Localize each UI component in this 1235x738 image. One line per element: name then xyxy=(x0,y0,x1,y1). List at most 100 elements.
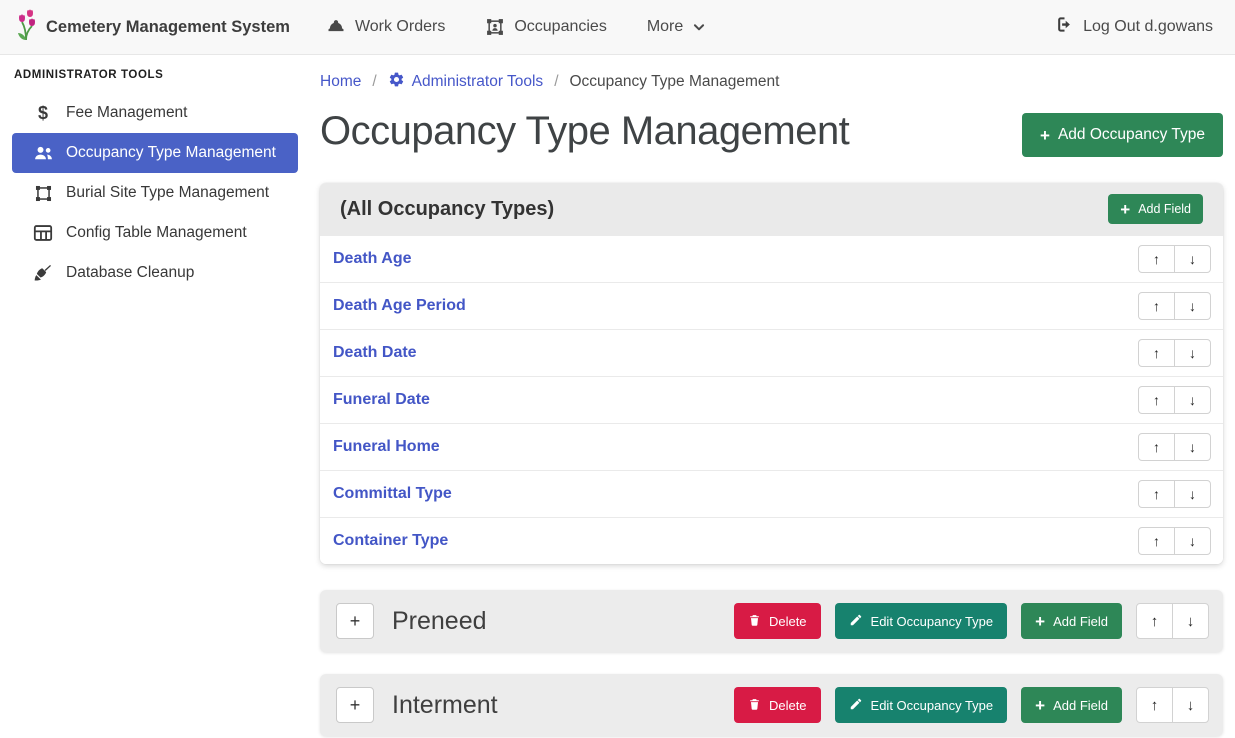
main-content: Home / Administrator Tools / Occupancy T… xyxy=(310,55,1235,738)
reorder-buttons: ↑ ↓ xyxy=(1138,527,1211,555)
delete-button[interactable]: Delete xyxy=(734,603,821,639)
add-occupancy-type-label: Add Occupancy Type xyxy=(1058,126,1205,144)
nav-item-work-orders[interactable]: Work Orders xyxy=(326,17,445,37)
add-field-button[interactable]: + Add Field xyxy=(1021,603,1122,639)
reorder-buttons: ↑ ↓ xyxy=(1138,245,1211,273)
breadcrumb: Home / Administrator Tools / Occupancy T… xyxy=(320,71,1223,93)
edit-occupancy-type-button[interactable]: Edit Occupancy Type xyxy=(835,603,1008,639)
top-navbar: Cemetery Management System Work Orders xyxy=(0,0,1235,55)
expand-button[interactable]: + xyxy=(336,687,374,723)
nav-items: Work Orders Occupancies More xyxy=(326,17,706,37)
hard-hat-icon xyxy=(326,17,346,37)
breadcrumb-separator: / xyxy=(554,73,558,91)
move-down-button[interactable]: ↓ xyxy=(1174,292,1211,320)
app-title: Cemetery Management System xyxy=(46,18,290,37)
section-title: Preneed xyxy=(392,607,487,636)
move-down-button[interactable]: ↓ xyxy=(1172,603,1209,639)
field-link-death-age-period[interactable]: Death Age Period xyxy=(333,297,466,315)
field-link-committal-type[interactable]: Committal Type xyxy=(333,485,452,503)
field-row: Death Date ↑ ↓ xyxy=(320,329,1223,376)
delete-label: Delete xyxy=(769,698,807,713)
sidebar-item-fee-management[interactable]: $ Fee Management xyxy=(12,93,298,133)
breadcrumb-admin-tools-label: Administrator Tools xyxy=(412,73,544,91)
delete-label: Delete xyxy=(769,614,807,629)
app-brand[interactable]: Cemetery Management System xyxy=(14,9,290,46)
sidebar-item-label: Config Table Management xyxy=(66,224,247,242)
move-up-button[interactable]: ↑ xyxy=(1138,480,1175,508)
field-link-funeral-date[interactable]: Funeral Date xyxy=(333,391,430,409)
move-down-button[interactable]: ↓ xyxy=(1174,527,1211,555)
reorder-buttons: ↑ ↓ xyxy=(1136,603,1209,639)
move-down-button[interactable]: ↓ xyxy=(1174,386,1211,414)
move-up-button[interactable]: ↑ xyxy=(1136,687,1173,723)
all-occupancy-types-header: (All Occupancy Types) + Add Field xyxy=(320,183,1223,235)
chevron-down-icon xyxy=(692,20,706,34)
section-title: Interment xyxy=(392,691,498,720)
expand-button[interactable]: + xyxy=(336,603,374,639)
reorder-buttons: ↑ ↓ xyxy=(1138,433,1211,461)
sidebar-item-database-cleanup[interactable]: Database Cleanup xyxy=(12,253,298,293)
field-row: Funeral Date ↑ ↓ xyxy=(320,376,1223,423)
move-down-button[interactable]: ↓ xyxy=(1174,339,1211,367)
move-up-button[interactable]: ↑ xyxy=(1138,527,1175,555)
add-field-label: Add Field xyxy=(1053,698,1108,713)
sidebar-item-label: Fee Management xyxy=(66,104,188,122)
field-row: Committal Type ↑ ↓ xyxy=(320,470,1223,517)
delete-button[interactable]: Delete xyxy=(734,687,821,723)
field-link-death-age[interactable]: Death Age xyxy=(333,250,412,268)
sidebar-item-burial-site-type-management[interactable]: Burial Site Type Management xyxy=(12,173,298,213)
logout-label: Log Out d.gowans xyxy=(1083,18,1213,36)
move-down-button[interactable]: ↓ xyxy=(1172,687,1209,723)
move-down-button[interactable]: ↓ xyxy=(1174,480,1211,508)
reorder-buttons: ↑ ↓ xyxy=(1138,386,1211,414)
gear-icon xyxy=(388,71,405,93)
field-row: Funeral Home ↑ ↓ xyxy=(320,423,1223,470)
move-up-button[interactable]: ↑ xyxy=(1138,386,1175,414)
plus-icon: + xyxy=(1035,613,1045,630)
edit-occupancy-type-label: Edit Occupancy Type xyxy=(871,698,994,713)
field-link-death-date[interactable]: Death Date xyxy=(333,344,417,362)
logout-button[interactable]: Log Out d.gowans xyxy=(1055,15,1213,39)
move-up-button[interactable]: ↑ xyxy=(1136,603,1173,639)
sidebar: ADMINISTRATOR TOOLS $ Fee Management Occ… xyxy=(0,55,310,738)
add-field-label: Add Field xyxy=(1053,614,1108,629)
sidebar-heading: ADMINISTRATOR TOOLS xyxy=(14,69,298,81)
field-link-container-type[interactable]: Container Type xyxy=(333,532,448,550)
field-row: Death Age ↑ ↓ xyxy=(320,235,1223,282)
pencil-icon xyxy=(849,697,863,714)
edit-occupancy-type-button[interactable]: Edit Occupancy Type xyxy=(835,687,1008,723)
breadcrumb-home-link[interactable]: Home xyxy=(320,73,361,91)
sidebar-item-config-table-management[interactable]: Config Table Management xyxy=(12,213,298,253)
nav-item-occupancies[interactable]: Occupancies xyxy=(485,17,607,37)
sidebar-item-occupancy-type-management[interactable]: Occupancy Type Management xyxy=(12,133,298,173)
breadcrumb-admin-tools-link[interactable]: Administrator Tools xyxy=(388,71,544,93)
move-up-button[interactable]: ↑ xyxy=(1138,292,1175,320)
section-interment: + Interment Delete xyxy=(320,674,1223,736)
trash-icon xyxy=(748,697,761,714)
add-field-button-all-types[interactable]: + Add Field xyxy=(1108,194,1203,224)
plus-icon: + xyxy=(1040,127,1050,144)
add-field-button[interactable]: + Add Field xyxy=(1021,687,1122,723)
move-down-button[interactable]: ↓ xyxy=(1174,245,1211,273)
table-icon xyxy=(32,224,54,242)
section-preneed: + Preneed Delete xyxy=(320,590,1223,652)
dollar-icon: $ xyxy=(32,103,54,124)
page-title: Occupancy Type Management xyxy=(320,107,849,155)
nav-item-label: Occupancies xyxy=(514,18,607,36)
breadcrumb-separator: / xyxy=(372,73,376,91)
logout-icon xyxy=(1055,15,1074,39)
move-up-button[interactable]: ↑ xyxy=(1138,433,1175,461)
move-up-button[interactable]: ↑ xyxy=(1138,339,1175,367)
field-link-funeral-home[interactable]: Funeral Home xyxy=(333,438,440,456)
reorder-buttons: ↑ ↓ xyxy=(1136,687,1209,723)
nav-item-more[interactable]: More xyxy=(647,18,706,36)
add-occupancy-type-button[interactable]: + Add Occupancy Type xyxy=(1022,113,1223,157)
field-row: Death Age Period ↑ ↓ xyxy=(320,282,1223,329)
plus-icon: + xyxy=(1120,201,1130,218)
sidebar-item-label: Database Cleanup xyxy=(66,264,194,282)
nav-item-label: More xyxy=(647,18,683,36)
move-down-button[interactable]: ↓ xyxy=(1174,433,1211,461)
tulip-logo-icon xyxy=(14,9,38,46)
move-up-button[interactable]: ↑ xyxy=(1138,245,1175,273)
frame-user-icon xyxy=(485,17,505,37)
